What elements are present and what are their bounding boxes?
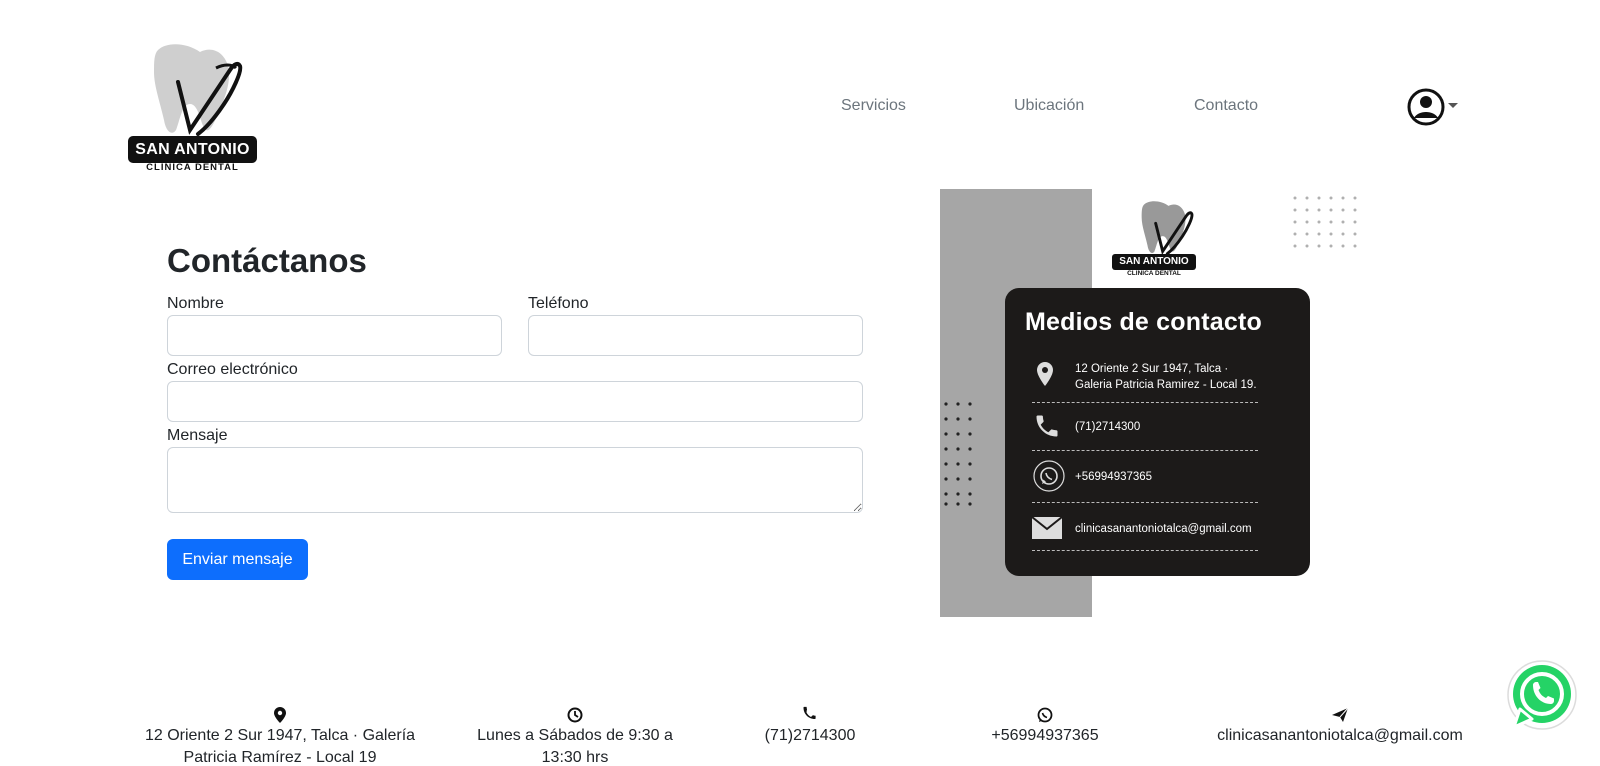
correo-input[interactable] [167, 381, 863, 422]
nombre-input[interactable] [167, 315, 502, 356]
card-address-line1: 12 Oriente 2 Sur 1947, Talca · [1075, 363, 1229, 375]
mensaje-textarea[interactable] [167, 447, 863, 513]
whatsapp-icon [1033, 460, 1065, 492]
correo-label: Correo electrónico [167, 361, 298, 378]
phone-icon [803, 706, 816, 719]
send-icon [1332, 707, 1349, 722]
dots-pattern-left [944, 402, 972, 506]
card-phone: (71)2714300 [1075, 421, 1141, 433]
footer-address: 12 Oriente 2 Sur 1947, Talca · Galería P… [140, 705, 420, 766]
telefono-input[interactable] [528, 315, 863, 356]
nav-servicios[interactable]: Servicios [841, 97, 906, 115]
whatsapp-icon [1507, 660, 1577, 730]
footer-hours-line2: 13:30 hrs [541, 749, 609, 766]
footer-whatsapp-text: +56994937365 [991, 727, 1099, 744]
footer-address-line1: 12 Oriente 2 Sur 1947, Talca · Galería [144, 727, 416, 744]
user-menu-dropdown[interactable] [1406, 88, 1466, 128]
whatsapp-icon [1037, 707, 1053, 723]
clock-icon [567, 707, 583, 723]
nav-ubicacion[interactable]: Ubicación [1014, 97, 1084, 115]
whatsapp-float-button[interactable] [1500, 655, 1582, 737]
divider [1032, 450, 1258, 451]
footer-address-line2: Patricia Ramírez - Local 19 [183, 749, 377, 766]
logo-name: SAN ANTONIO [128, 136, 257, 163]
footer-phone-text: (71)2714300 [764, 727, 856, 744]
phone-icon [1036, 415, 1058, 437]
divider [1032, 402, 1258, 403]
map-pin-icon [274, 707, 286, 723]
mensaje-label: Mensaje [167, 427, 228, 444]
contact-card: Medios de contacto 12 Oriente 2 Sur 1947… [1005, 288, 1310, 576]
tooth-logo-icon [154, 44, 243, 136]
footer-hours: Lunes a Sábados de 9:30 a 13:30 hrs [460, 705, 690, 766]
footer-whatsapp[interactable]: +56994937365 [965, 705, 1125, 747]
footer-hours-line1: Lunes a Sábados de 9:30 a [477, 727, 673, 744]
enviar-mensaje-button[interactable]: Enviar mensaje [167, 539, 308, 580]
telefono-label: Teléfono [528, 295, 589, 312]
card-logo-name: SAN ANTONIO [1112, 254, 1196, 270]
clinic-logo[interactable]: SAN ANTONIO CLINICA DENTAL [128, 42, 260, 174]
card-logo: SAN ANTONIO CLINICA DENTAL [1112, 200, 1198, 280]
mail-icon [1031, 516, 1063, 539]
card-title: Medios de contacto [1025, 308, 1262, 336]
nav-contacto[interactable]: Contacto [1194, 97, 1258, 115]
nombre-label: Nombre [167, 295, 224, 312]
chevron-down-icon [1448, 103, 1458, 108]
footer-email-text: clinicasanantoniotalca@gmail.com [1217, 727, 1463, 744]
divider [1032, 550, 1258, 551]
card-address-line2: Galeria Patricia Ramirez - Local 19. [1075, 379, 1257, 391]
tooth-logo-icon [1141, 201, 1194, 256]
card-email: clinicasanantoniotalca@gmail.com [1075, 523, 1252, 535]
divider [1032, 502, 1258, 503]
card-logo-subtitle: CLINICA DENTAL [1127, 270, 1181, 277]
logo-subtitle: CLINICA DENTAL [146, 162, 239, 173]
user-circle-icon [1407, 88, 1458, 126]
card-whatsapp: +56994937365 [1075, 471, 1153, 483]
map-pin-icon [1037, 362, 1053, 386]
footer-phone[interactable]: (71)2714300 [730, 705, 890, 747]
page-title: Contáctanos [167, 242, 367, 279]
card-address: 12 Oriente 2 Sur 1947, Talca · Galeria P… [1075, 361, 1257, 393]
footer-email[interactable]: clinicasanantoniotalca@gmail.com [1200, 705, 1480, 747]
dots-pattern-right [1293, 196, 1357, 248]
